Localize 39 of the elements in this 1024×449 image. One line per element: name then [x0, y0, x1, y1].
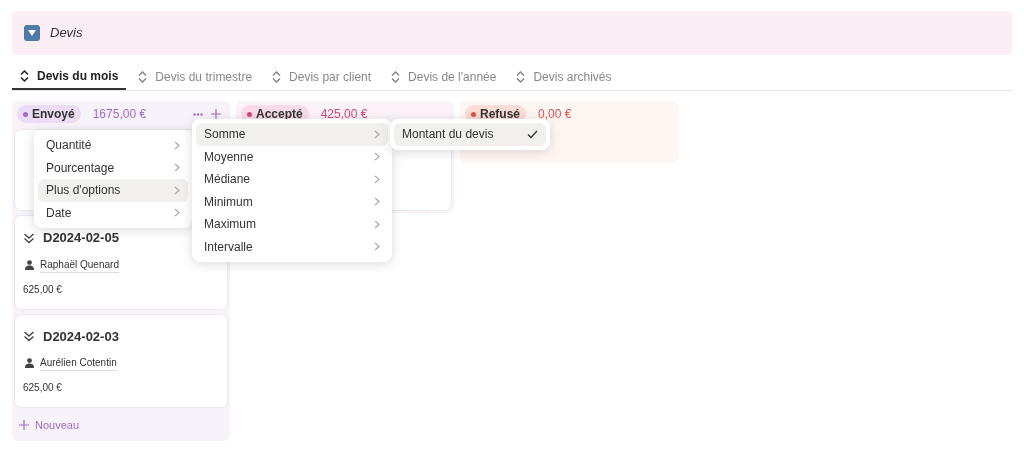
- person-icon: [25, 259, 34, 270]
- add-icon[interactable]: [211, 109, 221, 119]
- view-tab[interactable]: Devis archivés: [508, 64, 620, 90]
- amount: 625,00 €: [23, 381, 63, 395]
- menu-item[interactable]: Moyenne: [196, 145, 388, 168]
- column-total: 0,00 €: [538, 106, 572, 123]
- sort-icon: [138, 71, 148, 83]
- new-button[interactable]: Nouveau: [15, 413, 227, 438]
- menu-item[interactable]: Minimum: [196, 190, 388, 213]
- add-icon: [19, 420, 29, 431]
- double-chevron-icon: [23, 330, 35, 343]
- view-tab[interactable]: Devis du trimestre: [130, 64, 261, 90]
- person-name[interactable]: Raphaël Quenard: [40, 256, 119, 273]
- sort-icon: [391, 71, 401, 83]
- menu-item[interactable]: Pourcentage: [38, 156, 188, 179]
- column-total: 1675,00 €: [92, 106, 147, 123]
- sort-icon: [516, 71, 526, 83]
- view-tab[interactable]: Devis de l'année: [383, 64, 505, 90]
- view-tab[interactable]: Devis du mois: [12, 64, 127, 90]
- menu-item[interactable]: Médiane: [196, 168, 388, 191]
- double-chevron-icon: [23, 231, 35, 244]
- menu-item[interactable]: Quantité: [38, 134, 188, 157]
- view-tab[interactable]: Devis par client: [264, 64, 380, 90]
- menu-item[interactable]: Plus d'options: [38, 179, 188, 202]
- amount: 625,00 €: [23, 282, 63, 297]
- status-badge: Envoyé: [17, 105, 81, 123]
- sort-icon: [20, 70, 29, 82]
- card[interactable]: D2024-02-03 Aurélien Cotentin 625,00 €: [15, 314, 227, 407]
- menu-item[interactable]: Somme: [196, 123, 388, 146]
- card-title: D2024-02-03: [43, 327, 119, 346]
- card-title: D2024-02-05: [43, 229, 119, 247]
- menu-item[interactable]: Montant du devis: [394, 123, 546, 146]
- checkmark-icon: [527, 129, 538, 139]
- more-icon[interactable]: [193, 112, 203, 116]
- person-icon: [25, 358, 34, 368]
- person-name[interactable]: Aurélien Cotentin: [40, 355, 117, 371]
- column-total: 425,00 €: [320, 106, 368, 123]
- sort-icon: [272, 71, 282, 83]
- page-title: Devis: [50, 24, 83, 43]
